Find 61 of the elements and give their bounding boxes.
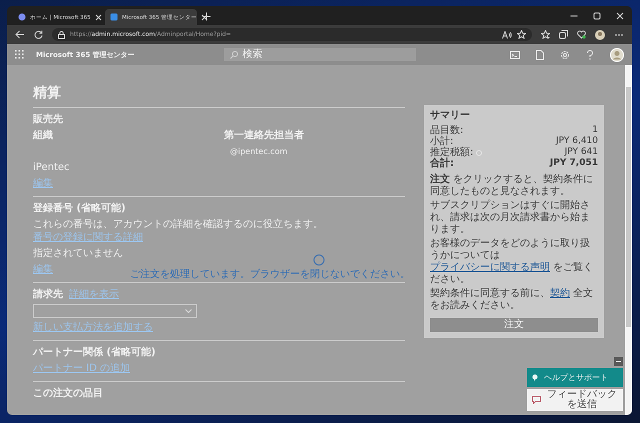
maximize-icon[interactable]: [593, 12, 601, 20]
minimize-icon[interactable]: [614, 357, 623, 366]
collections-icon[interactable]: [559, 30, 568, 39]
new-tab-icon[interactable]: [202, 12, 211, 21]
summary-title: サマリー: [430, 110, 471, 122]
page-title: 精算: [33, 84, 62, 103]
chat-bubble-icon: [532, 374, 538, 382]
link[interactable]: 契約: [550, 288, 570, 299]
section-heading: 販売先: [33, 113, 64, 126]
avatar-icon[interactable]: [610, 48, 624, 62]
section-heading: この注文の品目: [33, 387, 104, 400]
loading-spinner-icon: [313, 254, 325, 266]
help-icon[interactable]: [586, 50, 594, 60]
processing-message: ご注文を処理しています。ブラウザーを閉じないでください。: [130, 269, 410, 281]
scrollbar[interactable]: [625, 65, 632, 415]
circle-logo-icon: [18, 13, 26, 21]
email-text: @ipentec.com: [229, 146, 288, 158]
summary-label: 小計:: [430, 136, 454, 147]
chevron-down-icon: [185, 309, 192, 313]
terminal-icon[interactable]: [510, 50, 520, 58]
app-launcher-icon[interactable]: [15, 50, 24, 59]
document-icon[interactable]: [536, 50, 544, 60]
section-heading: パートナー関係 (省略可能): [33, 346, 157, 359]
terms-text: 注文 をクリックすると、契約条件に同意したものと見なされます。: [430, 174, 594, 198]
body-text: iPentec: [33, 161, 70, 174]
summary-label: 合計:: [430, 158, 454, 169]
back-arrow-icon[interactable]: [15, 30, 25, 39]
close-icon[interactable]: [616, 12, 624, 20]
summary-label: 品目数:: [430, 125, 464, 136]
summary-value: JPY 7,051: [550, 158, 598, 169]
link[interactable]: プライバシーに関する声明: [430, 262, 550, 273]
close-icon[interactable]: [201, 14, 208, 20]
feedback-button[interactable]: フィードバックを送信: [527, 389, 623, 411]
more-icon[interactable]: [614, 32, 624, 36]
summary-value: JPY 641: [564, 147, 598, 158]
terms-text: お客様のデータをどのように取り扱うかについては プライバシーに関する声明 をご覧ください。: [430, 238, 594, 286]
section-heading: 登録番号 (省略可能): [33, 202, 127, 215]
summary-value: JPY 6,410: [556, 136, 598, 147]
field-label: 組織: [33, 129, 54, 142]
terms-text: 契約条件に同意する前に、契約 全文をお読みください。: [430, 288, 594, 312]
avatar-icon[interactable]: [595, 30, 605, 40]
search-field[interactable]: 検索: [224, 48, 416, 61]
body-text: 指定されていません: [33, 247, 123, 260]
feedback-icon: [532, 396, 541, 404]
read-aloud-icon[interactable]: [502, 30, 512, 38]
summary-value: 1: [592, 125, 598, 136]
refresh-icon[interactable]: [34, 30, 43, 39]
heart-icon[interactable]: [577, 30, 586, 39]
lock-icon: [58, 30, 65, 38]
favorites-icon[interactable]: [541, 30, 550, 39]
star-icon[interactable]: [517, 30, 526, 39]
settings-icon[interactable]: [560, 50, 570, 60]
close-icon[interactable]: [94, 14, 102, 20]
field-label: 第一連絡先担当者: [224, 129, 304, 142]
square-logo-icon: [110, 13, 118, 21]
help-support-button[interactable]: ヘルプとサポート: [527, 368, 623, 387]
search-icon: [230, 50, 238, 58]
description-text: これらの番号は、アカウントの詳細を確認するのに役立ちます。 番号の登録に関する詳細: [33, 218, 324, 244]
terms-text: サブスクリプションはすぐに開始され、請求は次の月次請求書から始まります。: [430, 200, 591, 236]
section-heading: 請求先: [33, 288, 63, 301]
summary-label: 推定税額:: [430, 147, 474, 158]
